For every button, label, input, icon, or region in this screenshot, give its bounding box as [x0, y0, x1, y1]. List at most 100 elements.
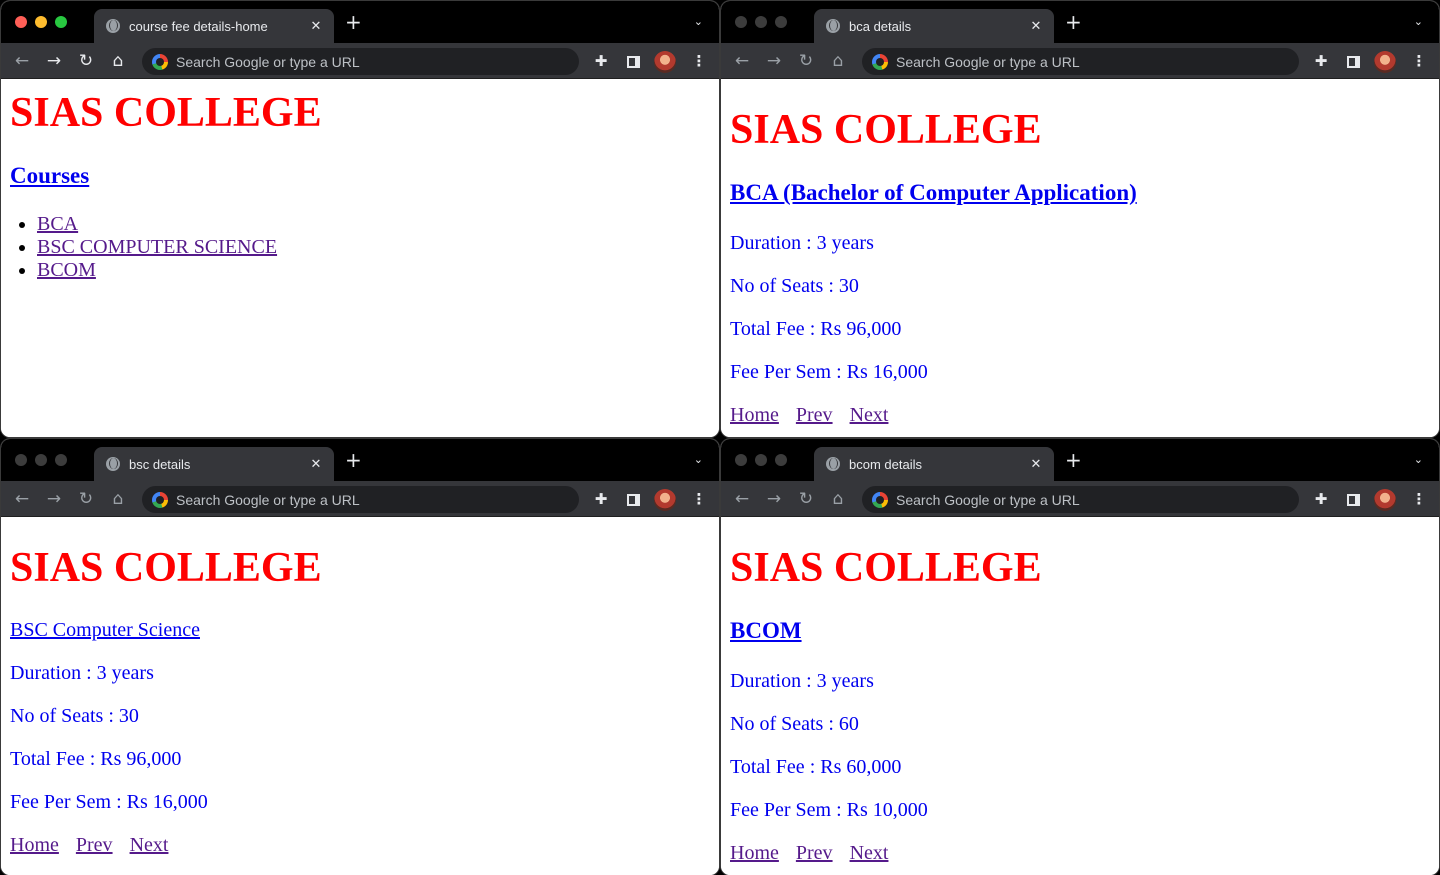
list-item: BCOM — [37, 259, 277, 282]
new-tab-button[interactable]: + — [1065, 12, 1082, 32]
browser-tab[interactable]: course fee details-home ✕ — [94, 9, 334, 43]
page-title: SIAS COLLEGE — [10, 90, 322, 136]
prev-link[interactable]: Prev — [76, 834, 113, 856]
total-fee-text: Total Fee : Rs 60,000 — [730, 756, 902, 778]
browser-toolbar: ← → ↻ ⌂ Search Google or type a URL ✚ ⋮ — [1, 43, 719, 79]
side-panel-icon[interactable] — [621, 487, 645, 511]
tab-search-chevron-icon[interactable]: ⌄ — [1414, 453, 1423, 466]
close-tab-icon[interactable]: ✕ — [308, 457, 324, 472]
maximize-window-button[interactable] — [55, 16, 67, 28]
total-fee-text: Total Fee : Rs 96,000 — [730, 318, 902, 340]
forward-button[interactable]: → — [42, 49, 66, 73]
courses-heading: Courses — [10, 163, 89, 189]
minimize-window-button[interactable] — [35, 454, 47, 466]
fee-per-sem-text: Fee Per Sem : Rs 10,000 — [730, 799, 928, 821]
next-link[interactable]: Next — [130, 834, 169, 856]
close-tab-icon[interactable]: ✕ — [1028, 19, 1044, 34]
kebab-menu-icon[interactable]: ⋮ — [687, 487, 711, 511]
profile-avatar[interactable] — [1374, 51, 1396, 73]
tab-title: course fee details-home — [129, 18, 268, 34]
address-bar[interactable]: Search Google or type a URL — [142, 48, 579, 75]
home-link[interactable]: Home — [730, 404, 779, 426]
course-heading: BSC Computer Science — [10, 618, 200, 642]
nav-links: Home Prev Next — [10, 833, 180, 857]
prev-link[interactable]: Prev — [796, 404, 833, 426]
reload-button[interactable]: ↻ — [74, 49, 98, 73]
next-link[interactable]: Next — [850, 404, 889, 426]
maximize-window-button[interactable] — [775, 454, 787, 466]
duration-text: Duration : 3 years — [10, 662, 154, 684]
course-heading-link[interactable]: BCA (Bachelor of Computer Application) — [730, 180, 1137, 205]
browser-tab[interactable]: bsc details ✕ — [94, 447, 334, 481]
globe-icon — [826, 457, 840, 471]
reload-button[interactable]: ↻ — [74, 487, 98, 511]
back-button[interactable]: ← — [10, 49, 34, 73]
minimize-window-button[interactable] — [755, 16, 767, 28]
tab-search-chevron-icon[interactable]: ⌄ — [1414, 15, 1423, 28]
back-button[interactable]: ← — [730, 49, 754, 73]
close-window-button[interactable] — [735, 454, 747, 466]
profile-avatar[interactable] — [1374, 489, 1396, 511]
close-window-button[interactable] — [15, 454, 27, 466]
course-heading-link[interactable]: BCOM — [730, 618, 802, 643]
courses-heading-link[interactable]: Courses — [10, 163, 89, 188]
extensions-puzzle-icon[interactable]: ✚ — [589, 49, 613, 73]
new-tab-button[interactable]: + — [345, 12, 362, 32]
browser-tab[interactable]: bca details ✕ — [814, 9, 1054, 43]
home-link[interactable]: Home — [10, 834, 59, 856]
back-button[interactable]: ← — [730, 487, 754, 511]
fee-per-sem-text: Fee Per Sem : Rs 16,000 — [730, 361, 928, 383]
course-link-bcom[interactable]: BCOM — [37, 259, 96, 281]
page-title: SIAS COLLEGE — [730, 545, 1042, 591]
new-tab-button[interactable]: + — [345, 450, 362, 470]
kebab-menu-icon[interactable]: ⋮ — [1407, 487, 1431, 511]
back-button[interactable]: ← — [10, 487, 34, 511]
home-link[interactable]: Home — [730, 842, 779, 864]
extensions-puzzle-icon[interactable]: ✚ — [1309, 487, 1333, 511]
extensions-puzzle-icon[interactable]: ✚ — [589, 487, 613, 511]
new-tab-button[interactable]: + — [1065, 450, 1082, 470]
address-bar[interactable]: Search Google or type a URL — [142, 486, 579, 513]
course-link-bsc[interactable]: BSC COMPUTER SCIENCE — [37, 236, 277, 258]
profile-avatar[interactable] — [654, 51, 676, 73]
prev-link[interactable]: Prev — [796, 842, 833, 864]
address-bar[interactable]: Search Google or type a URL — [862, 48, 1299, 75]
extensions-puzzle-icon[interactable]: ✚ — [1309, 49, 1333, 73]
tab-search-chevron-icon[interactable]: ⌄ — [694, 15, 703, 28]
next-link[interactable]: Next — [850, 842, 889, 864]
minimize-window-button[interactable] — [755, 454, 767, 466]
kebab-menu-icon[interactable]: ⋮ — [1407, 49, 1431, 73]
course-link-bca[interactable]: BCA — [37, 213, 78, 235]
tab-strip: bcom details ✕ + ⌄ — [721, 439, 1439, 481]
home-button[interactable]: ⌂ — [826, 49, 850, 73]
forward-button[interactable]: → — [762, 49, 786, 73]
page-content: SIAS COLLEGE Courses BCA BSC COMPUTER SC… — [1, 79, 719, 437]
maximize-window-button[interactable] — [55, 454, 67, 466]
close-window-button[interactable] — [735, 16, 747, 28]
home-button[interactable]: ⌂ — [106, 487, 130, 511]
profile-avatar[interactable] — [654, 489, 676, 511]
reload-button[interactable]: ↻ — [794, 487, 818, 511]
close-window-button[interactable] — [15, 16, 27, 28]
course-heading: BCOM — [730, 618, 802, 644]
close-tab-icon[interactable]: ✕ — [308, 19, 324, 34]
course-heading-link[interactable]: BSC Computer Science — [10, 619, 200, 641]
minimize-window-button[interactable] — [35, 16, 47, 28]
home-button[interactable]: ⌂ — [106, 49, 130, 73]
address-bar[interactable]: Search Google or type a URL — [862, 486, 1299, 513]
fee-per-sem-text: Fee Per Sem : Rs 16,000 — [10, 791, 208, 813]
page-content: SIAS COLLEGE BCA (Bachelor of Computer A… — [721, 79, 1439, 437]
kebab-menu-icon[interactable]: ⋮ — [687, 49, 711, 73]
maximize-window-button[interactable] — [775, 16, 787, 28]
reload-button[interactable]: ↻ — [794, 49, 818, 73]
close-tab-icon[interactable]: ✕ — [1028, 457, 1044, 472]
browser-tab[interactable]: bcom details ✕ — [814, 447, 1054, 481]
side-panel-icon[interactable] — [621, 49, 645, 73]
browser-window-bcom: bcom details ✕ + ⌄ ← → ↻ ⌂ Search Google… — [720, 438, 1440, 875]
home-button[interactable]: ⌂ — [826, 487, 850, 511]
tab-search-chevron-icon[interactable]: ⌄ — [694, 453, 703, 466]
side-panel-icon[interactable] — [1341, 487, 1365, 511]
side-panel-icon[interactable] — [1341, 49, 1365, 73]
forward-button[interactable]: → — [762, 487, 786, 511]
forward-button[interactable]: → — [42, 487, 66, 511]
